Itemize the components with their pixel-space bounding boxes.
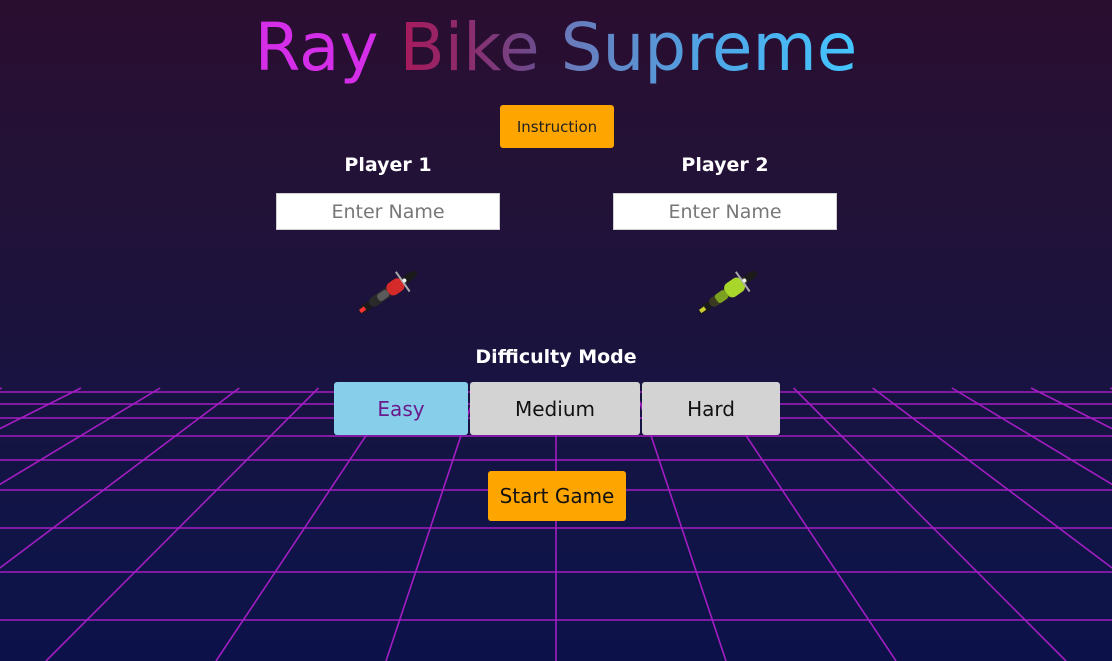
difficulty-mode-label: Difficulty Mode: [475, 346, 637, 368]
green-motorbike-icon: [698, 270, 758, 314]
difficulty-medium-button[interactable]: Medium: [470, 382, 640, 435]
player-2-label: Player 2: [681, 154, 769, 176]
instruction-button[interactable]: Instruction: [500, 105, 614, 148]
game-title: Ray Bike Supreme: [0, 8, 1112, 88]
title-word-bike: Bike: [399, 9, 540, 86]
red-motorbike-icon: [358, 270, 418, 314]
player-1-label: Player 1: [344, 154, 432, 176]
title-word-ray: Ray: [254, 9, 379, 86]
neon-grid-floor: [0, 387, 1112, 661]
title-word-supreme: Supreme: [560, 9, 858, 86]
start-game-button[interactable]: Start Game: [488, 471, 626, 521]
player-1-name-input[interactable]: [276, 193, 500, 230]
difficulty-easy-button[interactable]: Easy: [334, 382, 468, 435]
player-2-name-input[interactable]: [613, 193, 837, 230]
difficulty-hard-button[interactable]: Hard: [642, 382, 780, 435]
